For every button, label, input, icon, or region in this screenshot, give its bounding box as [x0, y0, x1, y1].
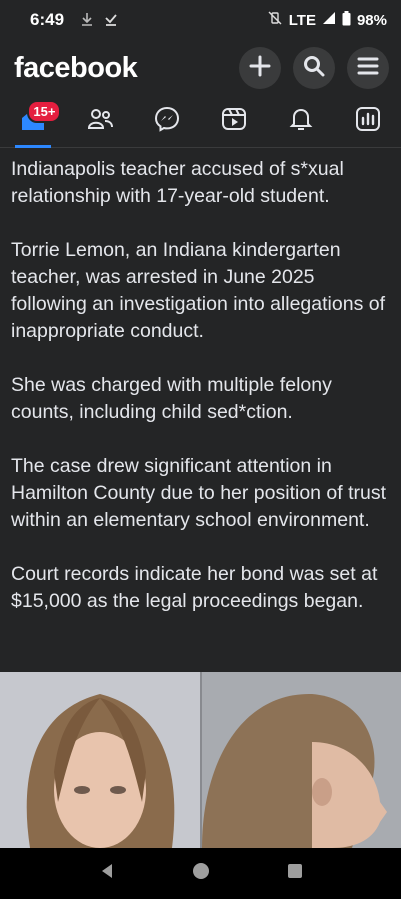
post-paragraph: She was charged with multiple felony cou…: [11, 374, 332, 423]
network-label: LTE: [288, 11, 316, 29]
mugshot-front: [0, 672, 200, 848]
notification-badge: 15+: [27, 99, 62, 123]
download-icon: [80, 12, 94, 29]
tab-bar: 15+: [0, 96, 401, 148]
post-text: Indianapolis teacher accused of s*xual r…: [0, 150, 401, 642]
recents-icon[interactable]: [287, 863, 303, 884]
menu-icon: [357, 56, 379, 81]
tab-messenger[interactable]: [145, 102, 189, 142]
status-time: 6:49: [30, 10, 65, 29]
search-icon: [303, 55, 325, 82]
battery-icon: [342, 10, 351, 30]
bell-icon: [287, 105, 315, 138]
status-left-icons: [80, 12, 118, 29]
header-actions: [239, 47, 389, 89]
tab-dashboard[interactable]: [346, 102, 390, 142]
facebook-logo[interactable]: facebook: [14, 52, 138, 85]
post-photo[interactable]: [0, 672, 401, 848]
tab-friends[interactable]: [78, 102, 122, 142]
status-right: LTE 98%: [267, 10, 387, 30]
tab-home[interactable]: 15+: [11, 99, 62, 148]
reels-icon: [220, 105, 248, 138]
signal-icon: [322, 11, 336, 29]
app-header: facebook: [0, 40, 401, 96]
dashboard-icon: [354, 105, 382, 138]
tab-reels[interactable]: [212, 102, 256, 142]
mugshot-profile: [200, 672, 401, 848]
post-paragraph: Torrie Lemon, an Indiana kindergarten te…: [11, 239, 385, 342]
status-bar: 6:49 LTE 98%: [0, 0, 401, 40]
friends-icon: [86, 105, 114, 138]
post-paragraph: The case drew significant attention in H…: [11, 455, 387, 531]
system-nav-bar: [0, 848, 401, 899]
menu-button[interactable]: [347, 47, 389, 89]
vibrate-off-icon: [267, 11, 283, 29]
post-paragraph: Court records indicate her bond was set …: [11, 563, 378, 612]
create-button[interactable]: [239, 47, 281, 89]
post-paragraph: Indianapolis teacher accused of s*xual r…: [11, 158, 344, 207]
back-icon[interactable]: [98, 862, 116, 885]
messenger-icon: [153, 105, 181, 138]
plus-icon: [249, 55, 271, 82]
download-done-icon: [104, 12, 118, 29]
tab-notifications[interactable]: [279, 102, 323, 142]
home-circle-icon[interactable]: [192, 862, 210, 885]
battery-level: 98%: [356, 11, 387, 29]
search-button[interactable]: [293, 47, 335, 89]
